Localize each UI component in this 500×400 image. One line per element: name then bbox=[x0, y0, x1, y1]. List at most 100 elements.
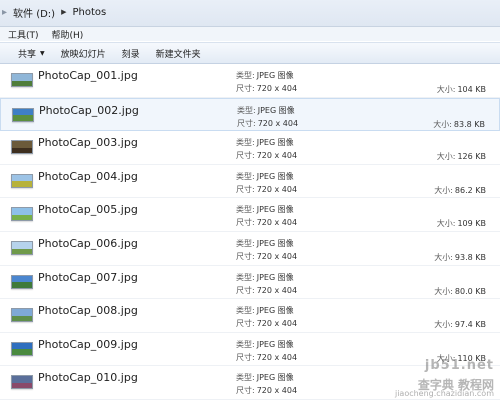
thumbnail-sky bbox=[12, 275, 32, 283]
file-type: 类型: JPEG 图像 bbox=[236, 171, 294, 182]
size-label: 大小: bbox=[434, 320, 453, 330]
image-thumbnail-icon bbox=[11, 240, 33, 255]
command-toolbar: 共享 ▼ 放映幻灯片 刻录 新建文件夹 bbox=[0, 42, 500, 64]
file-dimensions: 尺寸: 720 x 404 bbox=[236, 285, 297, 296]
file-row[interactable]: PhotoCap_006.jpg 类型: JPEG 图像 尺寸: 720 x 404… bbox=[0, 232, 500, 266]
new-folder-button[interactable]: 新建文件夹 bbox=[148, 43, 209, 63]
file-size: 大小: 97.4 KB bbox=[434, 319, 486, 330]
file-dimensions: 尺寸: 720 x 404 bbox=[236, 83, 297, 94]
file-type: 类型: JPEG 图像 bbox=[236, 305, 294, 316]
thumbnail-sky bbox=[12, 241, 32, 249]
size-value: 104 KB bbox=[457, 85, 486, 94]
breadcrumb-root-icon[interactable]: ▸ bbox=[0, 7, 7, 18]
image-thumbnail-icon bbox=[12, 107, 34, 122]
breadcrumb-item-photos[interactable]: Photos bbox=[70, 7, 108, 18]
dims-value: 720 x 404 bbox=[256, 151, 298, 161]
file-size: 大小: 126 KB bbox=[437, 151, 486, 162]
file-row[interactable]: PhotoCap_007.jpg 类型: JPEG 图像 尺寸: 720 x 404… bbox=[0, 266, 500, 300]
dims-label: 尺寸: bbox=[236, 319, 255, 329]
thumbnail-land bbox=[12, 248, 32, 254]
image-thumbnail-icon bbox=[11, 140, 33, 155]
file-row[interactable]: PhotoCap_004.jpg 类型: JPEG 图像 尺寸: 720 x 404… bbox=[0, 165, 500, 199]
thumbnail-land bbox=[12, 181, 32, 187]
thumbnail-land bbox=[13, 115, 33, 121]
breadcrumb-separator-icon[interactable]: ▶ bbox=[57, 8, 70, 16]
file-dimensions: 尺寸: 720 x 404 bbox=[236, 150, 297, 161]
size-value: 110 KB bbox=[457, 353, 486, 363]
share-label: 共享 bbox=[18, 49, 37, 60]
size-label: 大小: bbox=[434, 185, 453, 195]
type-label: 类型: bbox=[236, 306, 255, 316]
thumbnail-land bbox=[12, 282, 32, 288]
menu-tools[interactable]: 工具(T) bbox=[0, 28, 44, 41]
type-label: 类型: bbox=[237, 105, 256, 115]
type-value: JPEG 图像 bbox=[256, 171, 294, 181]
file-name: PhotoCap_005.jpg bbox=[38, 203, 138, 217]
image-thumbnail-icon bbox=[11, 73, 33, 87]
slideshow-button[interactable]: 放映幻灯片 bbox=[53, 43, 114, 63]
thumbnail-land bbox=[12, 80, 32, 86]
file-dimensions: 尺寸: 720 x 404 bbox=[236, 251, 297, 262]
file-dimensions: 尺寸: 720 x 404 bbox=[236, 184, 297, 195]
file-dimensions: 尺寸: 720 x 404 bbox=[236, 352, 297, 363]
share-button[interactable]: 共享 ▼ bbox=[0, 43, 53, 63]
file-dimensions: 尺寸: 720 x 404 bbox=[236, 385, 297, 396]
file-size: 大小: 80.0 KB bbox=[434, 286, 486, 297]
type-label: 类型: bbox=[236, 238, 255, 248]
dims-value: 720 x 404 bbox=[256, 251, 298, 261]
dims-value: 720 x 404 bbox=[256, 319, 298, 329]
dims-label: 尺寸: bbox=[236, 84, 255, 93]
file-row[interactable]: PhotoCap_008.jpg 类型: JPEG 图像 尺寸: 720 x 404… bbox=[0, 299, 500, 333]
type-value: JPEG 图像 bbox=[257, 105, 295, 115]
size-value: 80.0 KB bbox=[454, 286, 486, 296]
address-bar[interactable]: ▸ 软件 (D:) ▶ Photos bbox=[0, 0, 500, 27]
dims-value: 720 x 404 bbox=[256, 184, 298, 194]
file-type: 类型: JPEG 图像 bbox=[236, 70, 294, 81]
size-label: 大小: bbox=[436, 353, 456, 363]
thumbnail-sky bbox=[12, 342, 32, 350]
file-size: 大小: 86.2 KB bbox=[434, 185, 486, 196]
menu-help[interactable]: 帮助(H) bbox=[44, 28, 89, 41]
file-row[interactable]: PhotoCap_010.jpg 类型: JPEG 图像 尺寸: 720 x 404 bbox=[0, 366, 500, 400]
dims-label: 尺寸: bbox=[236, 184, 255, 194]
size-value: 93.8 KB bbox=[454, 252, 486, 262]
size-value: 109 KB bbox=[457, 219, 486, 229]
type-value: JPEG 图像 bbox=[256, 373, 294, 383]
file-type: 类型: JPEG 图像 bbox=[236, 372, 294, 383]
dims-label: 尺寸: bbox=[236, 386, 255, 396]
size-value: 86.2 KB bbox=[454, 185, 486, 195]
file-row[interactable]: PhotoCap_003.jpg 类型: JPEG 图像 尺寸: 720 x 404… bbox=[0, 131, 500, 165]
type-value: JPEG 图像 bbox=[256, 272, 294, 282]
image-thumbnail-icon bbox=[11, 375, 33, 390]
file-row[interactable]: PhotoCap_005.jpg 类型: JPEG 图像 尺寸: 720 x 404… bbox=[0, 198, 500, 232]
file-row[interactable]: PhotoCap_002.jpg 类型: JPEG 图像 尺寸: 720 x 404… bbox=[0, 97, 500, 132]
file-name: PhotoCap_001.jpg bbox=[38, 69, 138, 82]
type-label: 类型: bbox=[236, 205, 255, 215]
file-name: PhotoCap_004.jpg bbox=[38, 169, 138, 183]
thumbnail-sky bbox=[12, 141, 32, 148]
image-thumbnail-icon bbox=[11, 308, 33, 323]
file-row[interactable]: PhotoCap_009.jpg 类型: JPEG 图像 尺寸: 720 x 404… bbox=[0, 333, 500, 367]
file-dimensions: 尺寸: 720 x 404 bbox=[236, 217, 297, 228]
breadcrumb-item-drive[interactable]: 软件 (D:) bbox=[11, 5, 57, 20]
file-row[interactable]: PhotoCap_001.jpg 类型: JPEG 图像 尺寸: 720 x 404… bbox=[0, 64, 500, 98]
file-name: PhotoCap_003.jpg bbox=[38, 136, 138, 150]
dims-value: 720 x 404 bbox=[256, 84, 298, 93]
file-type: 类型: JPEG 图像 bbox=[236, 238, 294, 249]
thumbnail-land bbox=[12, 214, 32, 221]
file-size: 大小: 110 KB bbox=[437, 353, 486, 364]
file-size: 大小: 83.8 KB bbox=[433, 119, 485, 130]
burn-button[interactable]: 刻录 bbox=[114, 43, 148, 63]
type-value: JPEG 图像 bbox=[256, 71, 294, 80]
dims-value: 720 x 404 bbox=[256, 285, 298, 295]
chevron-down-icon: ▼ bbox=[40, 49, 45, 57]
dims-value: 720 x 404 bbox=[256, 352, 298, 362]
file-dimensions: 尺寸: 720 x 404 bbox=[236, 318, 297, 329]
dims-label: 尺寸: bbox=[236, 218, 255, 228]
file-name: PhotoCap_009.jpg bbox=[38, 337, 138, 351]
file-name: PhotoCap_010.jpg bbox=[38, 371, 138, 385]
size-label: 大小: bbox=[436, 85, 456, 94]
type-value: JPEG 图像 bbox=[256, 238, 294, 248]
dims-label: 尺寸: bbox=[236, 151, 255, 161]
size-value: 126 KB bbox=[457, 152, 486, 162]
